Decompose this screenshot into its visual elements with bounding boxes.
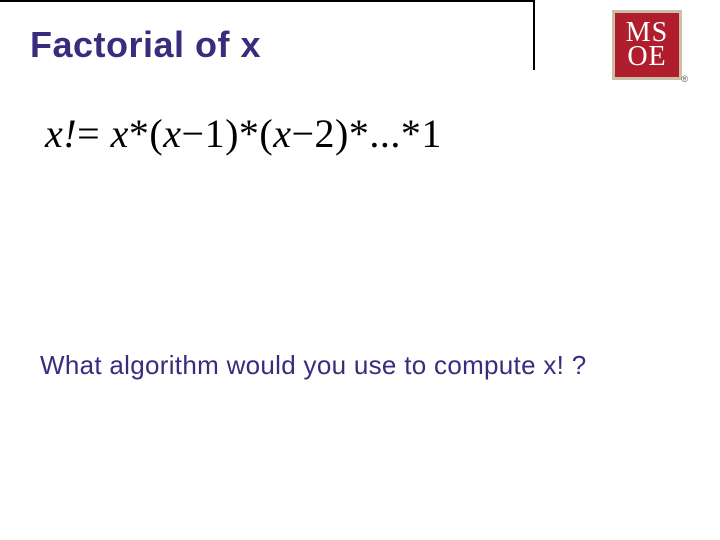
- f-lp-2: (: [259, 111, 273, 156]
- f-xm1-minus: −: [182, 111, 205, 156]
- f-xm1-x: x: [163, 111, 181, 156]
- msoe-logo: MS OE ®: [612, 10, 682, 80]
- f-xm2-x: x: [273, 111, 291, 156]
- question-text: What algorithm would you use to compute …: [40, 350, 586, 381]
- f-xm1-1: 1: [205, 111, 226, 156]
- f-xm2-2: 2: [315, 111, 336, 156]
- f-star-3: *: [349, 111, 370, 156]
- factorial-formula: x!= x*(x−1)*(x−2)*...*1: [45, 110, 442, 157]
- f-star-2: *: [239, 111, 260, 156]
- f-rp-1: ): [225, 111, 239, 156]
- f-lhs: x!: [45, 111, 77, 156]
- registered-mark: ®: [681, 74, 688, 84]
- f-one: 1: [421, 111, 442, 156]
- f-star-4: *: [401, 111, 422, 156]
- f-rp-2: ): [335, 111, 349, 156]
- title-rule: [0, 0, 535, 2]
- f-dots: ...: [369, 111, 401, 156]
- f-x: x: [111, 111, 129, 156]
- f-star-1: *: [129, 111, 150, 156]
- f-eq: =: [77, 111, 100, 156]
- f-lp-1: (: [149, 111, 163, 156]
- slide-title: Factorial of x: [30, 24, 261, 66]
- f-xm2-minus: −: [291, 111, 314, 156]
- logo-box: MS OE: [612, 10, 682, 80]
- slide: Factorial of x MS OE ® x!= x*(x−1)*(x−2)…: [0, 0, 720, 540]
- title-rule-end: [533, 0, 535, 70]
- logo-line-2: OE: [627, 45, 666, 69]
